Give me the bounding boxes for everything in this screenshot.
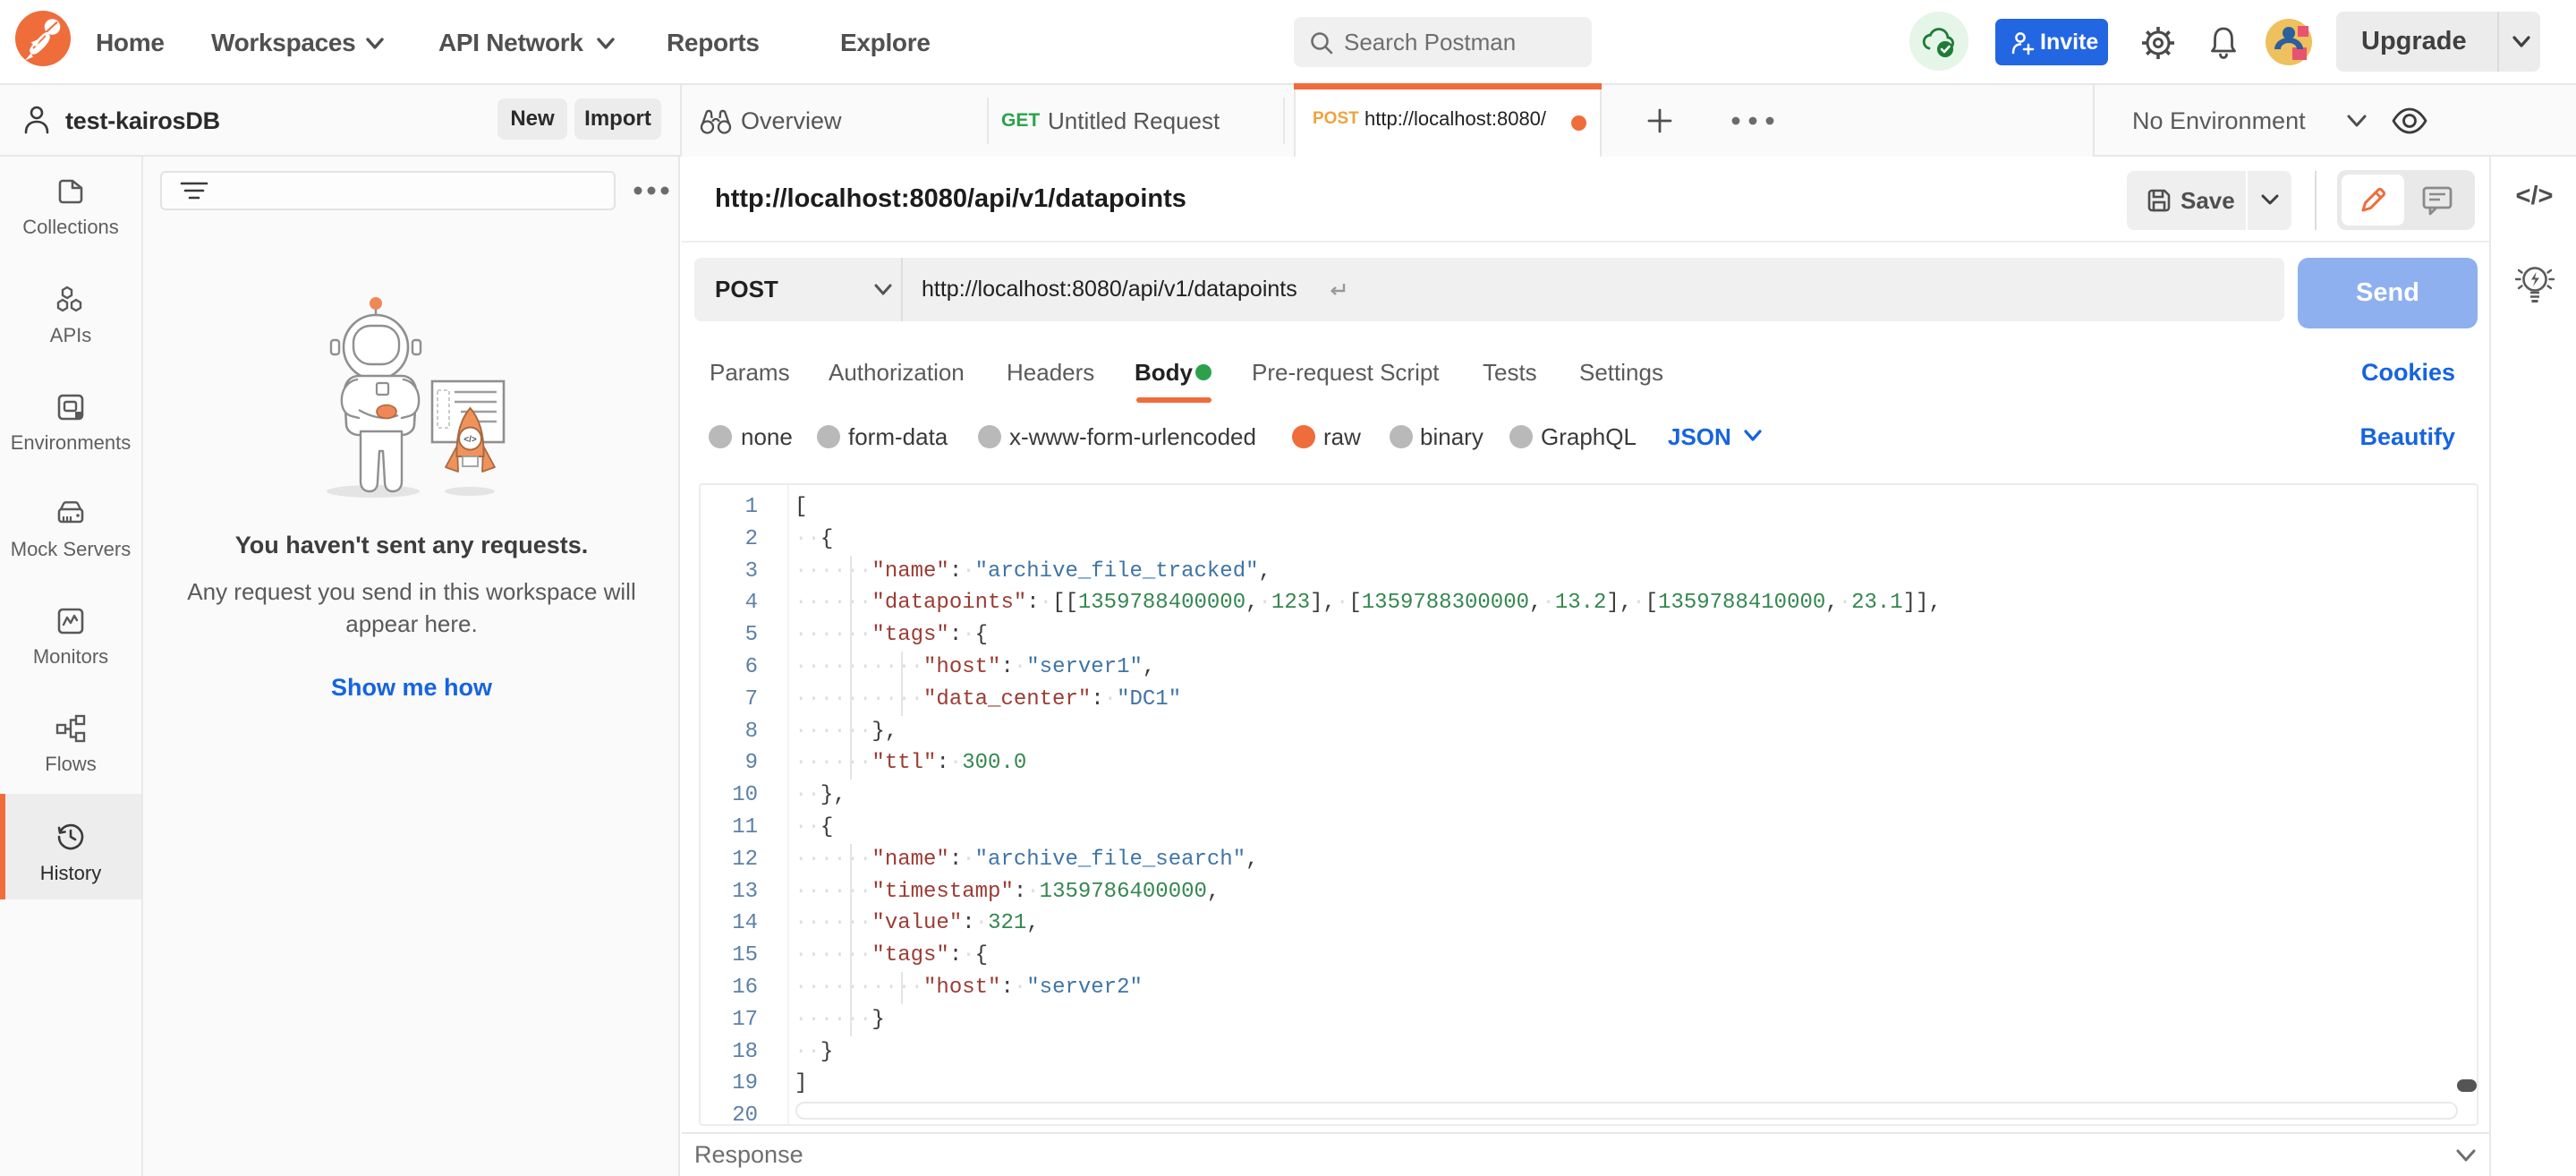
svg-text:</>: </> bbox=[463, 435, 477, 445]
